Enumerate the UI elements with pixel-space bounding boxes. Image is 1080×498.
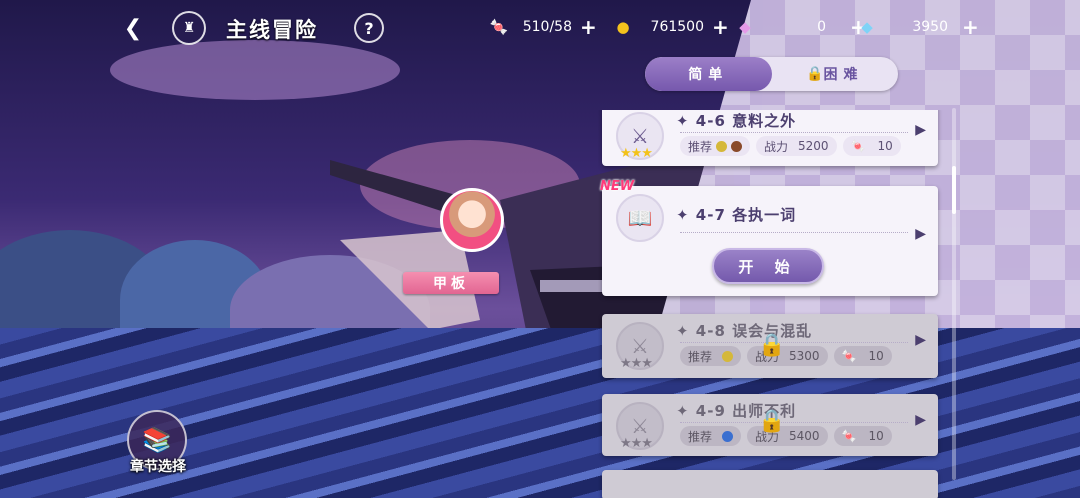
add-candy-button[interactable]: + (580, 17, 597, 37)
location-label[interactable]: 甲板 (403, 272, 499, 294)
character-avatar-marker[interactable] (440, 188, 504, 252)
stage-list[interactable]: ⚔ ★★★ ✦ 4-6 意料之外 ▶ 推荐 战力 5200 🍬 10 📖 ✦ 4… (598, 110, 944, 498)
candy-icon: 🍬 (489, 18, 509, 36)
pink-gem-value: 0 (817, 19, 826, 35)
stage-meta: 推荐 战力 5400 🍬 10 (680, 426, 892, 446)
stage-meta: 推荐 战力 5300 🍬 10 (680, 346, 892, 366)
home-button[interactable]: ♜ (172, 11, 206, 45)
stage-title: ✦ 4-7 各执一词 (676, 206, 797, 224)
element-icon (716, 140, 728, 152)
resource-candy: 🍬 510/58 + (488, 14, 597, 40)
help-button[interactable]: ? (354, 13, 384, 43)
padlock-icon: 🔒 (758, 332, 786, 358)
recommend-label: 推荐 (688, 429, 713, 444)
recommend-pill: 推荐 (680, 426, 742, 446)
divider (680, 232, 908, 233)
diamond-icon: ◆ (861, 18, 873, 36)
stage-card-next (602, 470, 938, 498)
castle-icon: ♜ (182, 20, 196, 36)
chevron-right-icon: ▶ (915, 412, 926, 428)
star-rating: ★★★ (620, 436, 653, 451)
stage-card-4-8[interactable]: ⚔ ★★★ ✦ 4-8 误会与混乱 ▶ 推荐 战力 5300 🍬 10 🔒 (602, 314, 938, 378)
power-value: 5200 (798, 139, 829, 153)
cost-pill: 🍬 10 (833, 426, 892, 446)
candy-icon: 🍬 (841, 349, 857, 363)
new-badge: NEW (600, 179, 635, 194)
diamond-value: 3950 (912, 19, 948, 35)
element-icon (722, 430, 734, 442)
chevron-right-icon: ▶ (915, 122, 926, 138)
cost-pill: 🍬 10 (833, 346, 892, 366)
resource-pink-gem: ◆ 0 + (734, 14, 867, 40)
element-icon (731, 140, 743, 152)
power-value: 5300 (789, 349, 820, 363)
tab-hard-label: 困难 (823, 67, 864, 83)
power-value: 5400 (789, 429, 820, 443)
recommend-pill: 推荐 (680, 136, 751, 156)
add-diamond-button[interactable]: + (962, 17, 979, 37)
gold-value: 761500 (650, 19, 704, 35)
candy-value: 510/58 (522, 19, 572, 35)
page-title: 主线冒险 (226, 18, 318, 42)
cost-pill: 🍬 10 (842, 136, 901, 156)
start-button[interactable]: 开 始 (712, 248, 824, 284)
chevron-right-icon: ▶ (915, 226, 926, 242)
scrollbar-track[interactable] (952, 108, 956, 480)
stage-meta: 推荐 战力 5200 🍬 10 (680, 136, 901, 156)
cost-value: 10 (868, 349, 884, 363)
help-icon: ? (364, 18, 374, 38)
cost-value: 10 (877, 139, 893, 153)
star-rating: ★★★ (620, 356, 653, 371)
top-bar: ❮ ♜ 主线冒险 ? 🍬 510/58 + ● 761500 + ◆ 0 + ◆… (0, 0, 1080, 56)
stage-card-4-6[interactable]: ⚔ ★★★ ✦ 4-6 意料之外 ▶ 推荐 战力 5200 🍬 10 (602, 110, 938, 166)
stage-card-4-7[interactable]: 📖 ✦ 4-7 各执一词 ▶ 开 始 (602, 186, 938, 296)
divider (680, 342, 908, 343)
gold-coin-icon: ● (616, 18, 630, 36)
chevron-right-icon: ▶ (915, 332, 926, 348)
stage-title: ✦ 4-6 意料之外 (676, 112, 797, 130)
power-label: 战力 (764, 139, 789, 154)
recommend-label: 推荐 (688, 349, 713, 364)
add-gold-button[interactable]: + (712, 17, 729, 37)
back-arrow-icon: ❮ (123, 15, 143, 41)
chapter-select-label[interactable]: 章节选择 (120, 456, 196, 476)
tab-hard[interactable]: 🔒 困难 (772, 57, 899, 91)
element-icon (722, 350, 734, 362)
tab-easy[interactable]: 简单 (645, 57, 772, 91)
recommend-pill: 推荐 (680, 346, 742, 366)
recommend-label: 推荐 (688, 139, 713, 154)
candy-icon: 🍬 (841, 429, 857, 443)
divider (680, 132, 908, 133)
padlock-icon: 🔒 (758, 408, 786, 434)
candy-icon: 🍬 (850, 139, 866, 153)
resource-diamond: ◆ 3950 + (856, 14, 979, 40)
star-rating: ★★★ (620, 146, 653, 161)
resource-gold: ● 761500 + (612, 14, 729, 40)
difficulty-tabs: 简单 🔒 困难 (645, 57, 898, 91)
books-icon: 📚 (142, 426, 172, 454)
cost-value: 10 (868, 429, 884, 443)
stage-title: ✦ 4-8 误会与混乱 (676, 322, 813, 340)
divider (680, 422, 908, 423)
book-icon: 📖 (616, 194, 664, 242)
power-pill: 战力 5200 (756, 136, 837, 156)
pink-gem-icon: ◆ (739, 18, 751, 36)
back-button[interactable]: ❮ (116, 11, 150, 45)
tab-easy-label: 简单 (688, 67, 729, 83)
lock-icon: 🔒 (806, 66, 824, 82)
stage-card-4-9[interactable]: ⚔ ★★★ ✦ 4-9 出师不利 ▶ 推荐 战力 5400 🍬 10 🔒 (602, 394, 938, 456)
scrollbar-thumb[interactable] (952, 166, 956, 214)
